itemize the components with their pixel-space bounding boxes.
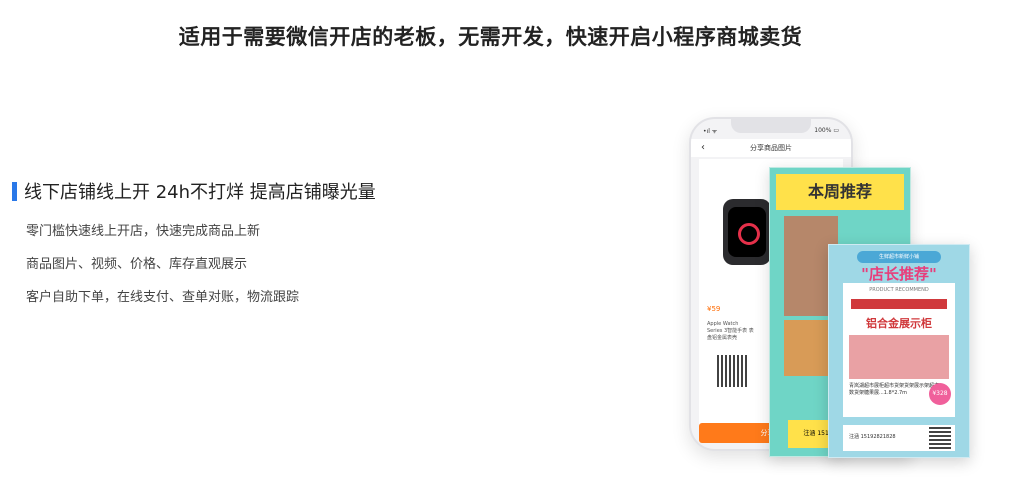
feature-item: 零门槛快速线上开店，快速完成商品上新 <box>26 224 261 239</box>
product-price: ¥59 <box>707 305 721 313</box>
qr-code-icon <box>929 427 951 449</box>
product-card: PRODUCT RECOMMEND 铝合金展示柜 青岚湖超市展柜超市货架货架展示… <box>843 283 955 417</box>
product-name: 铝合金展示柜 <box>866 317 932 330</box>
signal-icon: •ıl ᯤ <box>703 128 718 135</box>
qr-code-icon <box>717 355 749 387</box>
shop-tag: 生鲜超市新鲜小铺 <box>857 251 941 263</box>
feature-heading: 线下店铺线上开 24h不打烊 提高店铺曝光量 <box>12 178 376 204</box>
battery-icon: 100% ▭ <box>814 127 839 134</box>
card-subtitle: PRODUCT RECOMMEND <box>869 287 929 293</box>
poster-title: "店长推荐" <box>861 265 937 283</box>
product-image <box>723 199 771 265</box>
watch-face <box>728 207 766 257</box>
contact-info: 注涵 15192821828 <box>849 434 896 440</box>
manager-recommend-poster: 生鲜超市新鲜小铺 "店长推荐" PRODUCT RECOMMEND 铝合金展示柜… <box>828 244 970 458</box>
phone-nav-bar: ‹ 分享商品图片 <box>691 139 851 157</box>
feature-title-text: 线下店铺线上开 24h不打烊 提高店铺曝光量 <box>24 182 376 203</box>
feature-item: 商品图片、视频、价格、库存直观展示 <box>26 257 248 272</box>
product-ribbon <box>851 299 947 309</box>
status-bar: •ıl ᯤ 100% ▭ <box>703 127 839 135</box>
feature-section: 线下店铺线上开 24h不打烊 提高店铺曝光量 零门槛快速线上开店，快速完成商品上… <box>12 178 376 321</box>
price-badge: ¥328 <box>929 383 951 405</box>
page-headline: 适用于需要微信开店的老板，无需开发，快速开启小程序商城卖货 <box>178 25 803 49</box>
poster-banner: 本周推荐 <box>776 174 904 210</box>
product-desc: 青岚湖超市展柜超市货架货架展示架超市数货架糖果展...1.8*2.7m <box>849 383 940 396</box>
shelf-image <box>849 335 949 379</box>
phone-nav-title: 分享商品图片 <box>750 144 792 152</box>
accent-bar <box>12 181 17 201</box>
feature-item: 客户自助下单，在线支付、查单对账，物流跟踪 <box>26 290 300 305</box>
poster-footer: 注涵 15192821828 <box>843 425 955 451</box>
activity-ring-icon <box>738 223 760 245</box>
back-arrow-icon[interactable]: ‹ <box>701 139 705 157</box>
feature-list: 零门槛快速线上开店，快速完成商品上新 商品图片、视频、价格、库存直观展示 客户自… <box>26 222 376 321</box>
product-description: Apple Watch Series 3智能手表 表盘铝金属表壳 <box>707 321 754 341</box>
